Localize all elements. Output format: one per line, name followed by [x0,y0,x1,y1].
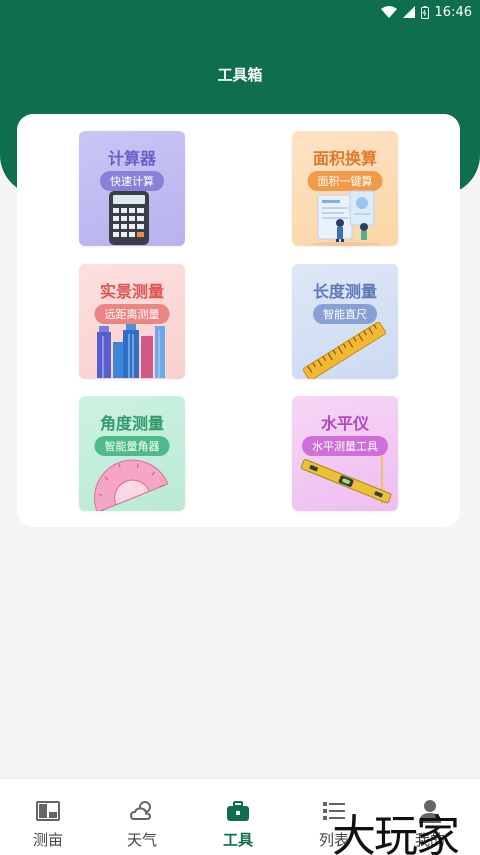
tool-subtitle: 智能直尺 [313,304,377,324]
tool-area-conversion[interactable]: 面积换算 面积一键算 [292,131,398,246]
spirit-level-icon [300,456,392,504]
tool-title: 实景测量 [99,282,164,301]
tab-label: 工具 [222,831,253,849]
buildings-icon [97,324,165,378]
tool-title: 长度测量 [312,282,377,301]
tab-tools[interactable]: 工具 [190,779,286,855]
toolbox-icon [227,801,249,821]
signal-icon [402,6,415,18]
tool-length-measurement[interactable]: 长度测量 智能直尺 [292,264,398,379]
map-icon [36,801,60,821]
tab-survey[interactable]: 测亩 [0,779,96,855]
tool-subtitle: 水平测量工具 [302,436,388,456]
tab-label: 测亩 [32,831,63,849]
tool-subtitle: 快速计算 [100,171,164,191]
tool-calculator[interactable]: 计算器 快速计算 [79,131,185,246]
watermark-text: 大玩家 [332,811,460,855]
tool-subtitle: 远距离测量 [94,304,170,324]
tool-subtitle: 智能量角器 [94,436,170,456]
area-document-icon [311,190,379,246]
tool-title: 角度测量 [99,414,164,433]
tool-title: 水平仪 [320,414,369,433]
battery-icon [420,5,429,19]
weather-icon [129,801,152,820]
wifi-icon [380,6,397,18]
tool-spirit-level[interactable]: 水平仪 水平测量工具 [292,396,398,511]
tool-title: 计算器 [107,149,156,168]
tool-subtitle: 面积一键算 [307,171,383,191]
tool-scene-measurement[interactable]: 实景测量 远距离测量 [79,264,185,379]
tab-weather[interactable]: 天气 [94,779,190,855]
tool-angle-measurement[interactable]: 角度测量 智能量角器 [79,396,185,511]
tab-label: 天气 [126,831,157,849]
status-time: 16:46 [434,4,472,20]
status-bar: 16:46 [0,0,480,24]
tool-title: 面积换算 [312,149,377,168]
ruler-icon [302,322,387,379]
protractor-icon [94,459,169,511]
calculator-icon [109,191,149,245]
page-title: 工具箱 [217,66,263,84]
tools-card: 计算器 快速计算 面积换算 面积一键算 实景测量 远距离测量 长度测量 智能直尺… [17,114,460,527]
